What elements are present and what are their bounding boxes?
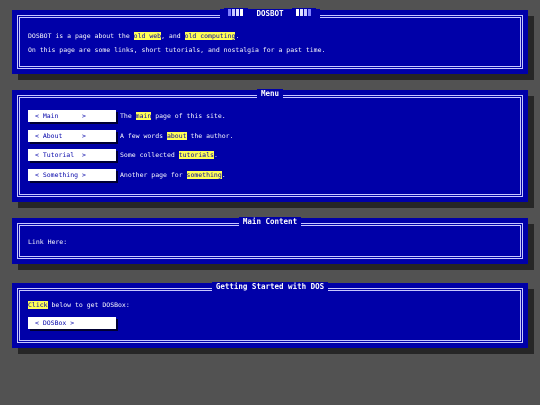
getting-started-title: Getting Started with DOS xyxy=(211,282,329,291)
old-web-highlight: old web xyxy=(133,32,162,40)
about-description: A few words about the author. xyxy=(120,132,234,140)
getting-started-text: Click below to get DOSBox: xyxy=(28,301,130,309)
something-description: Another page for something. xyxy=(120,171,226,179)
main-button[interactable]: < Main > xyxy=(28,110,116,122)
main-content-panel: Main Content Link Here: xyxy=(12,216,528,264)
menu-title-bar: Menu xyxy=(12,88,528,100)
dosbot-title: DOSBOT xyxy=(252,9,288,18)
menu-panel: Menu < Main > The main page of this site… xyxy=(12,88,528,202)
dosbot-logo-right-icon xyxy=(292,8,317,20)
something-button[interactable]: < Something > xyxy=(28,169,116,181)
tutorial-button[interactable]: < Tutorial > xyxy=(28,149,116,161)
tutorial-description: Some collected tutorials. xyxy=(120,151,218,159)
getting-started-panel: Getting Started with DOS Click below to … xyxy=(12,281,528,348)
dosbot-line-2: On this page are some links, short tutor… xyxy=(28,46,326,54)
dosbox-button[interactable]: < DOSBox > xyxy=(28,317,116,329)
main-content-title: Main Content xyxy=(238,217,302,226)
old-computing-highlight: old computing xyxy=(184,32,236,40)
menu-title: Menu xyxy=(256,89,284,98)
dosbot-title-bar: DOSBOT xyxy=(12,8,528,20)
dosbot-line-1: DOSBOT is a page about the old web, and … xyxy=(28,32,240,40)
link-here-text: Link Here: xyxy=(28,238,68,246)
getting-started-title-bar: Getting Started with DOS xyxy=(12,281,528,293)
main-description: The main page of this site. xyxy=(120,112,226,120)
about-button[interactable]: < About > xyxy=(28,130,116,142)
main-content-title-bar: Main Content xyxy=(12,216,528,228)
dosbot-panel: DOSBOT DOSBOT is a page about the old we… xyxy=(12,8,528,74)
getting-started-frame xyxy=(17,288,523,343)
dosbot-logo-left-icon xyxy=(223,8,248,20)
click-highlight: Click xyxy=(28,301,48,309)
dosbot-frame xyxy=(17,15,523,69)
